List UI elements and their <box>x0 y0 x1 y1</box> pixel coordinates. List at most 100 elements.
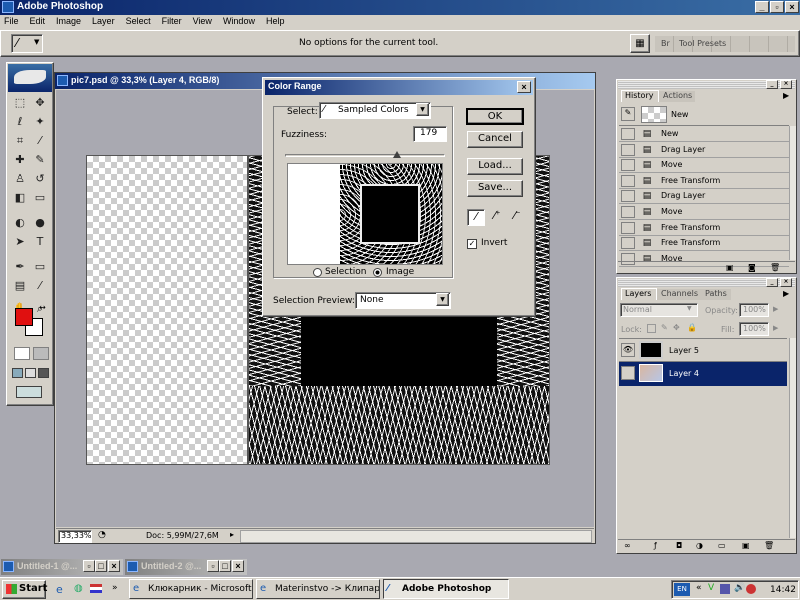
layer-row[interactable]: 👁 Layer 5 <box>619 338 787 362</box>
history-source-toggle[interactable] <box>621 206 635 218</box>
layer-style-icon[interactable]: ƒ <box>654 541 657 550</box>
zoom-field[interactable]: 33,33% <box>58 530 92 543</box>
messenger-icon[interactable] <box>746 584 756 594</box>
new-layer-icon[interactable]: ▣ <box>742 541 750 550</box>
fuzziness-slider-thumb[interactable] <box>393 151 401 158</box>
quicklaunch-more-icon[interactable]: » <box>112 583 118 593</box>
brush-tool-icon[interactable]: ✎ <box>32 152 48 168</box>
trash-icon[interactable]: 🗑 <box>770 263 780 272</box>
status-menu-icon[interactable]: ▸ <box>230 530 234 539</box>
history-state[interactable]: ▤ Free Transform <box>619 236 789 252</box>
layer-row-selected[interactable]: Layer 4 <box>619 362 787 386</box>
network-icon[interactable] <box>720 584 730 594</box>
volume-icon[interactable]: 🔊 <box>734 583 745 593</box>
restore-button[interactable]: ▫ <box>83 560 95 572</box>
restore-button[interactable]: ▫ <box>770 1 784 13</box>
visibility-toggle[interactable] <box>621 366 635 380</box>
quicklaunch-flag-icon[interactable] <box>90 584 102 593</box>
selection-radio[interactable] <box>313 268 322 277</box>
history-source-toggle[interactable] <box>621 190 635 203</box>
opacity-field[interactable]: 100% <box>739 303 769 317</box>
foreground-color-swatch[interactable] <box>15 308 33 326</box>
screen-mode-full-icon[interactable] <box>38 368 49 378</box>
menu-edit[interactable]: Edit <box>30 16 46 26</box>
paths-tab[interactable]: Paths <box>701 289 731 300</box>
history-menu-icon[interactable]: ▶ <box>783 91 789 100</box>
actions-tab[interactable]: Actions <box>659 91 695 102</box>
minimized-window-1[interactable]: Untitled-1 @... ▫ □ × <box>1 559 123 575</box>
eyedropper-tool-button[interactable]: ⁄ <box>467 209 485 226</box>
slice-tool-icon[interactable]: ⁄ <box>32 133 48 149</box>
fuzziness-input[interactable]: 179 <box>413 126 447 142</box>
visibility-eye-icon[interactable]: 👁 <box>621 343 635 357</box>
opacity-slider-icon[interactable]: ▶ <box>773 305 778 313</box>
screen-mode-standard-icon[interactable] <box>12 368 23 378</box>
history-state[interactable]: ▤ Drag Layer <box>619 189 789 205</box>
notes-tool-icon[interactable]: ▤ <box>12 278 28 294</box>
menu-image[interactable]: Image <box>56 16 81 26</box>
lock-paint-icon[interactable]: ✎ <box>661 323 668 332</box>
history-state[interactable]: ▤ Free Transform <box>619 173 789 189</box>
history-source-toggle[interactable] <box>621 143 635 156</box>
new-document-from-state-icon[interactable]: ▣ <box>726 263 734 272</box>
delete-layer-icon[interactable]: 🗑 <box>764 541 774 550</box>
clone-stamp-icon[interactable]: ♙ <box>12 171 28 187</box>
restore-button[interactable]: ▫ <box>207 560 219 572</box>
adjustment-layer-icon[interactable]: ◑ <box>696 541 703 550</box>
eyedropper-plus-icon[interactable]: ⁄+ <box>489 209 505 226</box>
dodge-tool-icon[interactable]: ● <box>32 215 48 231</box>
fill-slider-icon[interactable]: ▶ <box>773 324 778 332</box>
save-button[interactable]: Save... <box>467 180 523 197</box>
layers-minimize-button[interactable]: _ <box>766 278 778 287</box>
link-icon[interactable]: ∞ <box>624 541 631 550</box>
image-radio[interactable] <box>373 268 382 277</box>
quicklaunch-ie-icon[interactable]: e <box>56 583 63 596</box>
load-button[interactable]: Load... <box>467 158 523 175</box>
layer-mask-icon[interactable]: ◘ <box>676 541 682 550</box>
path-selection-icon[interactable]: ➤ <box>12 234 28 250</box>
cancel-button[interactable]: Cancel <box>467 131 523 148</box>
brushes-tab[interactable]: Br <box>661 39 670 48</box>
swap-colors-icon[interactable]: ↔ <box>39 303 46 312</box>
taskbar-button-ie[interactable]: e Клюкарник - Microsoft I... <box>129 579 253 599</box>
selection-preview-dropdown[interactable]: None ▼ <box>355 292 451 309</box>
gradient-tool-icon[interactable]: ▭ <box>32 190 48 206</box>
history-tab[interactable]: History <box>621 90 659 102</box>
close-button[interactable]: × <box>108 560 120 572</box>
history-state[interactable]: ▤ Drag Layer <box>619 142 789 158</box>
history-source-toggle[interactable] <box>621 159 635 172</box>
quicklaunch-globe-icon[interactable]: ◍ <box>74 583 83 594</box>
type-tool-icon[interactable]: T <box>32 234 48 250</box>
jump-to-imageready-icon[interactable] <box>16 386 42 398</box>
marquee-tool-icon[interactable]: ⬚ <box>12 95 28 111</box>
menu-select[interactable]: Select <box>126 16 151 26</box>
blur-tool-icon[interactable]: ◐ <box>12 215 28 231</box>
history-close-button[interactable]: × <box>780 80 792 89</box>
history-brush-icon[interactable]: ↺ <box>32 171 48 187</box>
layers-close-button[interactable]: × <box>780 278 792 287</box>
lock-move-icon[interactable]: ✥ <box>673 323 680 332</box>
antivirus-icon[interactable]: V <box>708 583 714 593</box>
select-chevron-icon[interactable]: ▼ <box>416 103 429 116</box>
history-state[interactable]: ▤ Free Transform <box>619 220 789 236</box>
status-arrow-icon[interactable]: ◔ <box>98 530 106 540</box>
eraser-tool-icon[interactable]: ◧ <box>12 190 28 206</box>
maximize-button[interactable]: □ <box>95 560 107 572</box>
minimized-window-2[interactable]: Untitled-2 @... ▫ □ × <box>125 559 247 575</box>
taskbar-button-materinstvo[interactable]: e Materinstvo -> Клипарт... <box>256 579 380 599</box>
eyedropper-tool-icon[interactable]: ⁄ <box>32 278 48 294</box>
horizontal-scrollbar[interactable] <box>240 530 592 543</box>
eyedropper-minus-icon[interactable]: ⁄− <box>509 209 525 226</box>
layers-scrollbar[interactable] <box>789 338 796 538</box>
invert-checkbox[interactable]: ✓ <box>467 239 477 249</box>
preview-chevron-icon[interactable]: ▼ <box>436 293 449 306</box>
move-tool-icon[interactable]: ✥ <box>32 95 48 111</box>
crop-tool-icon[interactable]: ⌗ <box>12 133 28 149</box>
history-snapshot[interactable]: ✎ New <box>619 104 789 126</box>
quickmask-off-button[interactable] <box>14 347 30 360</box>
fill-field[interactable]: 100% <box>739 322 769 336</box>
preview-pane[interactable] <box>287 163 443 265</box>
history-state[interactable]: ▤ Move <box>619 205 789 220</box>
lock-all-icon[interactable]: 🔒 <box>687 323 697 332</box>
history-state[interactable]: ▤ Move <box>619 158 789 174</box>
